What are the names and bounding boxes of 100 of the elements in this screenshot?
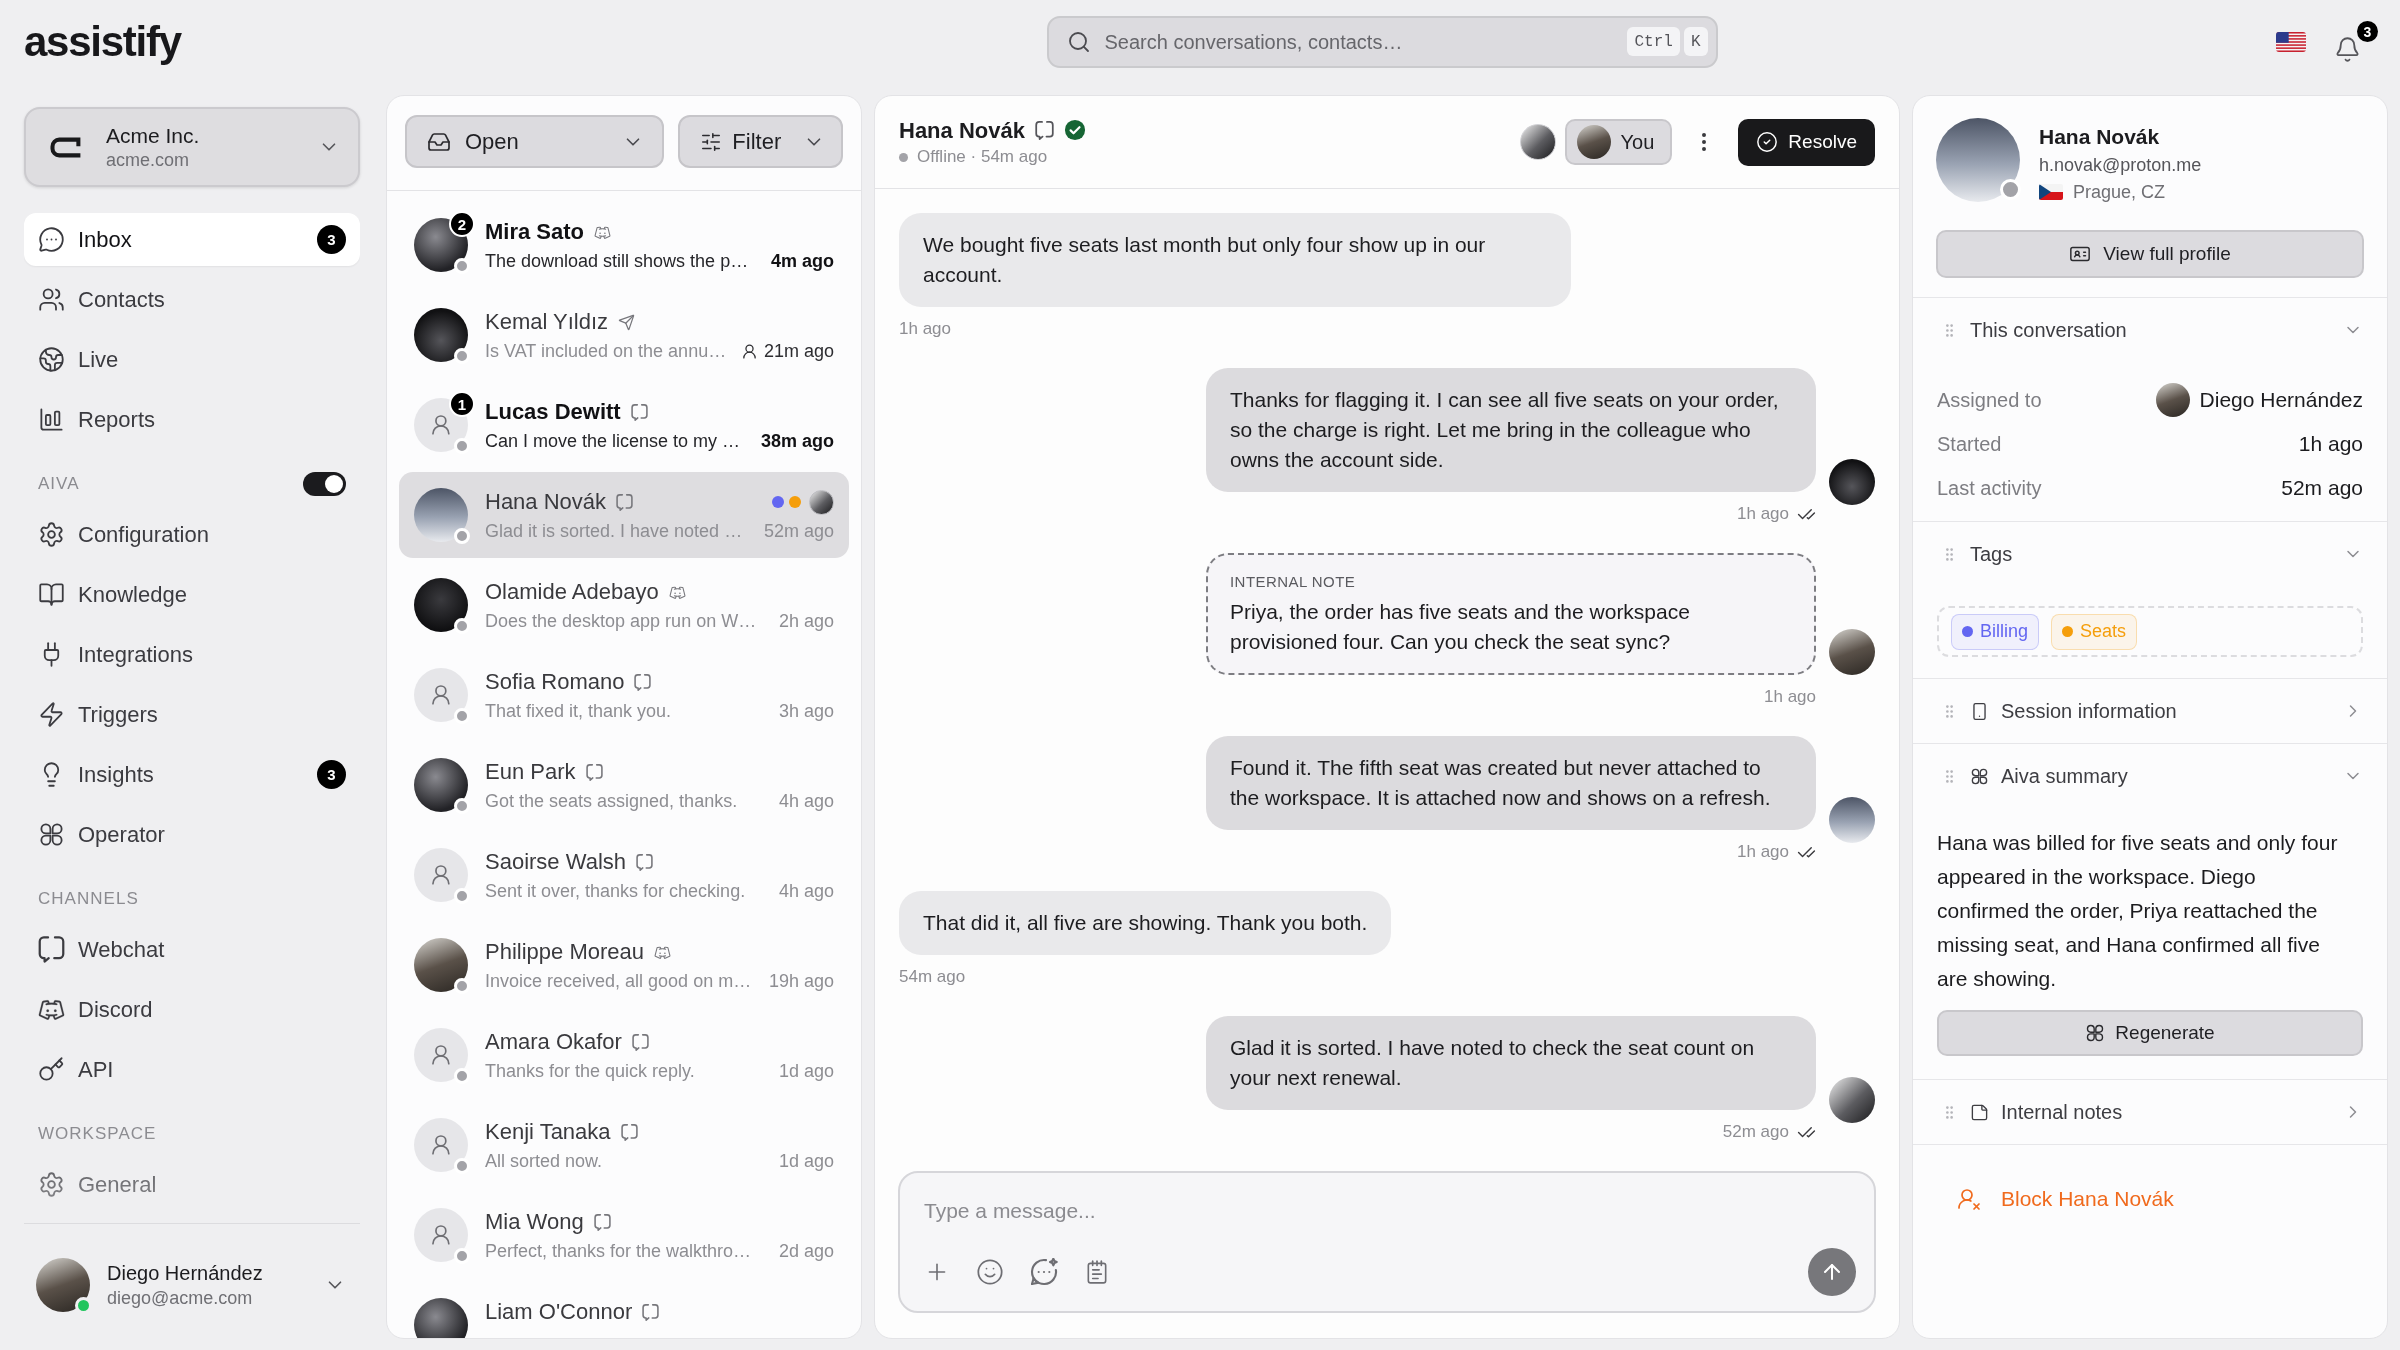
avatar-photo	[1829, 629, 1875, 675]
field-value: Diego Hernández	[2199, 387, 2363, 414]
avatar-photo	[1829, 797, 1875, 843]
contact-name: Saoirse Walsh	[485, 848, 626, 876]
nav-item[interactable]: Knowledge	[24, 568, 360, 621]
nav-item[interactable]: General	[24, 1158, 360, 1211]
message-preview: Perfect, thanks for the walkthro…	[485, 1239, 752, 1263]
flag-icon[interactable]	[2276, 32, 2306, 52]
view-profile-button[interactable]: View full profile	[1936, 230, 2364, 278]
message-preview: Does the desktop app run on W…	[485, 609, 757, 633]
conversation-row[interactable]: 2 Mira Sato The download still shows the p… 4m ago	[399, 202, 849, 288]
status-dropdown[interactable]: Open	[405, 115, 665, 168]
message-time: 52m ago	[1722, 1121, 1789, 1143]
chat-bubble-icon	[38, 936, 65, 963]
conversation-row[interactable]: Saoirse Walsh Sent it over, thanks for checking. 4h ago	[399, 832, 849, 918]
regenerate-button[interactable]: Regenerate	[1937, 1010, 2363, 1056]
conversation-row[interactable]: Mia Wong Perfect, thanks for the walkthro… 2d ago	[399, 1192, 849, 1278]
chat-bubble-icon	[631, 1033, 649, 1051]
conversation-row[interactable]: Amara Okafor Thanks for the quick reply. 1d ago	[399, 1012, 849, 1098]
section-title: Tags	[1970, 542, 2013, 567]
conversation-row[interactable]: Sofia Romano That fixed it, thank you. 3h ago	[399, 652, 849, 738]
nav-item[interactable]: Operator	[24, 808, 360, 861]
nav-item[interactable]: Reports	[24, 393, 360, 446]
contact-email: h.novak@proton.me	[2039, 154, 2202, 177]
contact-name: Hana Novák	[899, 116, 1025, 145]
message-preview: The download still shows the p…	[485, 249, 749, 273]
chat-sparkle-icon[interactable]	[1030, 1258, 1058, 1286]
conversation-time: 3h ago	[778, 699, 834, 723]
avatar-photo	[1829, 459, 1875, 505]
nav-item[interactable]: Integrations	[24, 628, 360, 681]
nav-item[interactable]: Insights 3	[24, 748, 360, 801]
message-time: 1h ago	[1764, 686, 1816, 708]
conversation-time: 21m ago	[763, 339, 834, 363]
conversation-row[interactable]: Kenji Tanaka All sorted now. 1d ago	[399, 1102, 849, 1188]
nav-item[interactable]: Webchat	[24, 923, 360, 976]
search-icon	[1066, 30, 1091, 54]
check-circle-icon	[1756, 131, 1779, 153]
count-badge: 3	[317, 225, 346, 254]
assignee-button[interactable]: You	[1564, 119, 1673, 165]
lightning-icon	[38, 701, 65, 728]
nav-item[interactable]: Triggers	[24, 688, 360, 741]
chat-bubble-icon	[593, 1213, 611, 1231]
conversation-row[interactable]: 1 Lucas Dewitt Can I move the license to my … 38m ago	[399, 382, 849, 468]
contact-location: Prague, CZ	[2073, 180, 2166, 204]
message-preview: Is VAT included on the annu…	[485, 339, 727, 363]
contact-name: Kemal Yıldız	[485, 308, 609, 336]
smiley-icon[interactable]	[976, 1258, 1004, 1286]
chat-bubble-icon	[634, 673, 652, 691]
contact-name: Lucas Dewitt	[485, 398, 621, 426]
conversation-row[interactable]: Olamide Adebayo Does the desktop app run on W… 2h ago	[399, 562, 849, 648]
nav-item[interactable]: Contacts	[24, 273, 360, 326]
message-bubble: Glad it is sorted. I have noted to check the seat count on your next renewal.	[1206, 1016, 1816, 1110]
message-bubble: That did it, all five are showing. Thank you both.	[899, 891, 1392, 955]
contact-name: Mia Wong	[485, 1208, 584, 1236]
app-logo: assistify	[24, 18, 181, 66]
notifications-button[interactable]: 3	[2334, 21, 2378, 63]
filter-button[interactable]: Filter	[678, 115, 843, 168]
message-preview: Invoice received, all good on m…	[485, 969, 752, 993]
user-x-icon	[1957, 1186, 1981, 1211]
message-input[interactable]: Type a message...	[898, 1171, 1876, 1313]
chat-bubble-icon	[636, 853, 653, 871]
field-value: 52m ago	[2281, 475, 2363, 502]
tag[interactable]: Billing	[1951, 613, 2040, 650]
chat-bubble-icon	[620, 1123, 638, 1141]
nav-item[interactable]: Inbox 3	[24, 213, 360, 266]
note-icon	[1970, 1102, 1989, 1122]
conversation-time: 1d ago	[778, 1059, 834, 1083]
nav-item[interactable]: Discord	[24, 983, 360, 1036]
conversation-row[interactable]: Liam O'Connor	[399, 1282, 849, 1338]
conversation-time: 4h ago	[778, 879, 834, 903]
workspace-switcher[interactable]: Acme Inc. acme.com	[24, 107, 360, 187]
contact-status: Offline · 54m ago	[917, 146, 1048, 169]
resolve-button[interactable]: Resolve	[1738, 118, 1875, 166]
contact-name: Sofia Romano	[485, 668, 625, 696]
message-preview: All sorted now.	[485, 1149, 603, 1173]
toggle-switch[interactable]	[303, 472, 346, 496]
nav-item[interactable]: API	[24, 1043, 360, 1096]
conversation-time: 1d ago	[778, 1149, 834, 1173]
conversation-row[interactable]: Hana Novák Glad it is sorted. I have noted … 52m ago	[399, 472, 849, 558]
conversation-row[interactable]: Eun Park Got the seats assigned, thanks. 4h ago	[399, 742, 849, 828]
message-preview: Got the seats assigned, thanks.	[485, 789, 738, 813]
field-value: 1h ago	[2298, 431, 2363, 458]
message-bubble: Thanks for flagging it. I can see all five seats on your order, so the charge is right. Let me bring in the colleague who owns the account side.	[1206, 368, 1816, 492]
nav-item[interactable]: Configuration	[24, 508, 360, 561]
sliders-icon	[700, 130, 723, 153]
bell-icon	[2334, 36, 2361, 63]
contact-name: Hana Novák	[2039, 124, 2161, 150]
four-petal-icon	[38, 821, 65, 848]
gear-icon	[38, 521, 65, 548]
summary-text: Hana was billed for five seats and only four appeared in the workspace. Diego confirmed the order, Priya reattached the missing seat, and Hana confirmed all five are showing.	[1937, 830, 2339, 992]
chat-bubble-icon	[585, 763, 603, 781]
tag-label: Seats	[2080, 620, 2127, 643]
contact-name: Olamide Adebayo	[485, 578, 659, 606]
conversation-row[interactable]: Kemal Yıldız Is VAT included on the annu… 21m ago	[399, 292, 849, 378]
nav-item[interactable]: Live	[24, 333, 360, 386]
key-icon	[38, 1056, 65, 1083]
message-preview: Can I move the license to my …	[485, 429, 741, 453]
conversation-row[interactable]: Philippe Moreau Invoice received, all good on m… 19h ago	[399, 922, 849, 1008]
conversation-time: 19h ago	[768, 969, 834, 993]
field-label: Assigned to	[1937, 388, 2042, 413]
